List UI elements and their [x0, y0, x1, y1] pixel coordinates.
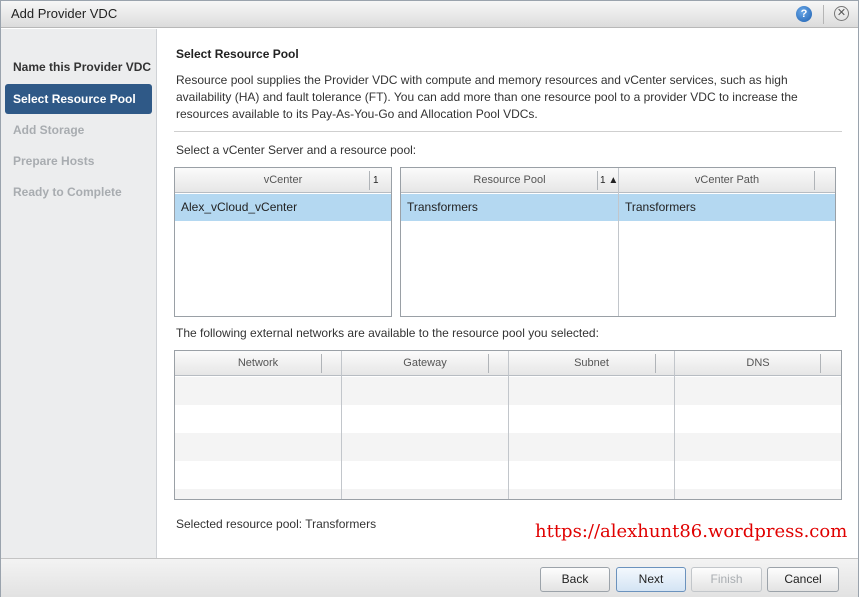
networks-prompt: The following external networks are avai…: [176, 326, 599, 340]
sort-indicator-icon[interactable]: 1 ▲: [600, 168, 618, 193]
watermark-url: https://alexhunt86.wordpress.com: [535, 521, 848, 542]
column-resize-handle[interactable]: [814, 171, 815, 190]
wizard-steps-sidebar: Name this Provider VDC Select Resource P…: [1, 29, 157, 558]
external-networks-grid: Network Gateway Subnet DNS: [174, 350, 842, 500]
column-divider: [674, 376, 675, 499]
vcenter-path-column-label: vCenter Path: [694, 174, 760, 186]
dns-column-header[interactable]: DNS: [675, 351, 841, 376]
gateway-column-label: Gateway: [403, 357, 447, 369]
title-bar: Add Provider VDC ? ✕: [1, 1, 858, 28]
resource-pool-cell[interactable]: Transformers: [401, 194, 618, 221]
subnet-column-header[interactable]: Subnet: [509, 351, 675, 376]
vcenter-prompt: Select a vCenter Server and a resource p…: [176, 143, 417, 157]
column-resize-handle[interactable]: [820, 354, 821, 373]
page-title: Select Resource Pool: [176, 47, 299, 61]
vcenter-path-column-header[interactable]: vCenter Path: [619, 168, 835, 193]
resource-pool-column-label: Resource Pool: [473, 174, 546, 186]
vcenter-column-header[interactable]: vCenter: [175, 168, 391, 193]
column-divider: [508, 376, 509, 499]
step-name-provider-vdc[interactable]: Name this Provider VDC: [5, 52, 152, 82]
step-prepare-hosts: Prepare Hosts: [13, 154, 95, 168]
column-resize-handle[interactable]: [369, 171, 370, 190]
column-resize-handle[interactable]: [321, 354, 322, 373]
dialog-title: Add Provider VDC: [11, 6, 118, 21]
network-column-header[interactable]: Network: [175, 351, 342, 376]
dns-column-label: DNS: [746, 357, 770, 369]
dialog-footer: Back Next Finish Cancel: [1, 558, 858, 597]
column-resize-handle[interactable]: [597, 171, 598, 190]
column-divider: [341, 376, 342, 499]
step-add-storage: Add Storage: [13, 123, 85, 137]
back-button[interactable]: Back: [540, 567, 610, 592]
wizard-content: Select Resource Pool Resource pool suppl…: [158, 29, 858, 558]
vcenter-grid: vCenter 1 ▲ Alex_vCloud_vCenter: [174, 167, 392, 317]
titlebar-divider: [823, 5, 824, 24]
section-divider: [174, 131, 842, 132]
cancel-button[interactable]: Cancel: [767, 567, 839, 592]
close-icon[interactable]: ✕: [834, 6, 849, 21]
vcenter-cell[interactable]: Alex_vCloud_vCenter: [175, 194, 391, 221]
help-icon[interactable]: ?: [796, 6, 812, 22]
step-ready-to-complete: Ready to Complete: [13, 185, 122, 199]
next-button[interactable]: Next: [616, 567, 686, 592]
column-resize-handle[interactable]: [655, 354, 656, 373]
step-select-resource-pool[interactable]: Select Resource Pool: [5, 84, 152, 114]
selected-pool-summary: Selected resource pool: Transformers: [176, 517, 377, 531]
vcenter-path-cell[interactable]: Transformers: [619, 194, 835, 221]
column-divider: [618, 168, 619, 316]
resource-pool-grid: Resource Pool 1 ▲ vCenter Path Transform…: [400, 167, 836, 317]
subnet-column-label: Subnet: [574, 357, 609, 369]
finish-button[interactable]: Finish: [691, 567, 762, 592]
network-column-label: Network: [237, 357, 279, 369]
vcenter-column-label: vCenter: [263, 174, 303, 186]
add-provider-vdc-dialog: Add Provider VDC ? ✕ Name this Provider …: [0, 0, 859, 597]
page-description: Resource pool supplies the Provider VDC …: [176, 73, 798, 121]
resource-pool-column-header[interactable]: Resource Pool: [401, 168, 619, 193]
column-resize-handle[interactable]: [488, 354, 489, 373]
gateway-column-header[interactable]: Gateway: [342, 351, 509, 376]
